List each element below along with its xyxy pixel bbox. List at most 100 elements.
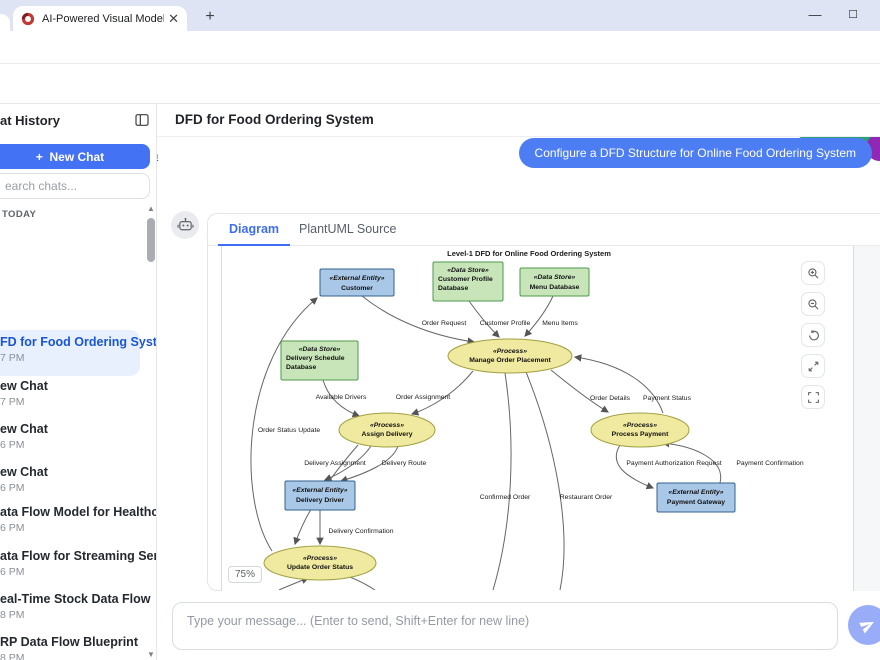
chat-item-time: 6 PM [0, 522, 25, 534]
scroll-up-icon[interactable]: ▲ [146, 204, 156, 213]
chat-item-title: RP Data Flow Blueprint [0, 635, 138, 649]
bot-avatar [171, 211, 199, 239]
svg-text:Database: Database [438, 285, 468, 292]
data-flow-edge [412, 371, 473, 414]
favicon-visual-paradigm [21, 12, 35, 26]
chat-list-item[interactable]: ew Chat6 PM [0, 417, 140, 457]
new-tab-button[interactable]: + [198, 5, 222, 29]
robot-icon [177, 217, 194, 234]
svg-text:«Data Store»: «Data Store» [299, 346, 341, 353]
svg-text:Customer: Customer [341, 285, 373, 292]
diagram-title: Level-1 DFD for Online Food Ordering Sys… [447, 249, 611, 258]
reset-icon [807, 329, 820, 342]
svg-text:Delivery Driver: Delivery Driver [296, 497, 344, 504]
edge-label: Delivery Confirmation [329, 528, 394, 535]
window-minimize-button[interactable]: — [800, 6, 830, 26]
dfd-diagram: «External Entity» Customer «Data Store» Cus… [222, 246, 812, 590]
fullscreen-button[interactable] [801, 385, 825, 409]
svg-text:Payment Gateway: Payment Gateway [667, 499, 725, 506]
browser-tab[interactable]: AI-Powered Visual Modeling Ch ✕ [13, 6, 187, 31]
data-flow-edge [251, 298, 317, 551]
zoom-out-button[interactable] [801, 292, 825, 316]
sidebar-scrollbar[interactable]: ▲ ▼ [146, 204, 156, 660]
process-node [264, 546, 376, 580]
send-plane-icon [859, 616, 877, 634]
browser-tab-strip: AI-Powered Visual Modeling Ch ✕ + — ☐ [0, 0, 880, 31]
browser-toolbar: ai-toolbox.visual-paradigm.com/app/chatb… [0, 31, 880, 64]
fullscreen-icon [807, 391, 820, 404]
chat-history-sidebar: at History + New Chat TODAY FD for Food … [0, 104, 157, 660]
scroll-down-icon[interactable]: ▼ [146, 650, 156, 659]
window-maximize-button[interactable]: ☐ [838, 6, 868, 26]
chat-item-time: 7 PM [0, 352, 25, 364]
new-chat-button[interactable]: + New Chat [0, 144, 150, 169]
expand-button[interactable] [801, 354, 825, 378]
data-flow-edge [525, 296, 553, 336]
tab-diagram[interactable]: Diagram [218, 214, 290, 246]
adjacent-tab-sliver [0, 14, 10, 31]
send-button[interactable] [848, 605, 880, 645]
chat-list-item[interactable]: FD for Food Ordering System7 PM [0, 330, 140, 376]
diagram-tabs: Diagram PlantUML Source [208, 214, 880, 246]
edge-label: Delivery Assignment [304, 460, 366, 467]
chat-item-time: 8 PM [0, 652, 25, 660]
chat-item-time: 6 PM [0, 566, 25, 578]
process-node [591, 413, 689, 447]
chat-list-item[interactable]: ew Chat6 PM [0, 460, 140, 500]
chat-item-title: ew Chat [0, 422, 48, 436]
svg-text:«External Entity»: «External Entity» [292, 487, 347, 494]
edge-label: Order Request [422, 320, 467, 327]
plus-icon: + [36, 150, 43, 164]
chat-item-time: 7 PM [0, 396, 25, 408]
chat-list-item[interactable]: ew Chat7 PM [0, 374, 140, 414]
svg-text:Menu Database: Menu Database [530, 284, 580, 291]
svg-text:Update Order Status: Update Order Status [287, 564, 353, 571]
edge-label: Menu Items [542, 320, 578, 327]
svg-text:Database: Database [286, 364, 316, 371]
zoom-level-badge: 75% [228, 566, 262, 583]
chat-list-item[interactable]: RP Data Flow Blueprint 8 PM [0, 630, 140, 660]
edge-label: Order Assignment [396, 394, 451, 401]
app-header: Chatbot Powered by Visual Paradigm More … [0, 64, 880, 104]
tab-plantuml-source[interactable]: PlantUML Source [288, 214, 408, 246]
chat-list-item[interactable]: ata Flow for Streaming Ser...6 PM [0, 544, 140, 584]
external-entity-node [657, 483, 735, 512]
svg-text:«Data Store»: «Data Store» [534, 274, 576, 281]
svg-text:«Process»: «Process» [493, 348, 527, 355]
chat-list: FD for Food Ordering System7 PMew Chat7 … [0, 218, 144, 660]
svg-text:«Process»: «Process» [623, 422, 657, 429]
edge-label: Order Status Update [258, 427, 321, 434]
external-entity-node [285, 481, 355, 510]
chat-item-time: 6 PM [0, 482, 25, 494]
edge-label: Delivery Route [382, 460, 427, 467]
svg-text:Customer Profile: Customer Profile [438, 276, 493, 283]
user-message-bubble: Configure a DFD Structure for Online Foo… [519, 138, 872, 168]
edge-label: Order Details [590, 395, 631, 402]
conversation-header: DFD for Food Ordering System [157, 104, 880, 137]
expand-icon [807, 360, 820, 373]
chat-list-item[interactable]: ata Flow Model for Healthc...6 PM [0, 500, 140, 540]
svg-text:«Data Store»: «Data Store» [447, 267, 489, 274]
search-input[interactable] [0, 173, 150, 199]
zoom-out-icon [807, 298, 820, 311]
collapse-panel-icon[interactable] [134, 112, 150, 128]
message-input[interactable] [172, 602, 838, 650]
zoom-in-button[interactable] [801, 261, 825, 285]
svg-text:Process Payment: Process Payment [612, 431, 669, 438]
data-flow-edge [362, 296, 474, 342]
edge-label: Payment Authorization Request [626, 460, 721, 467]
reset-button[interactable] [801, 323, 825, 347]
scrollbar-thumb[interactable] [147, 218, 155, 262]
svg-text:«Process»: «Process» [303, 555, 337, 562]
svg-text:«External Entity»: «External Entity» [668, 489, 723, 496]
svg-text:«External Entity»: «External Entity» [329, 275, 384, 282]
edge-label: Customer Profile [480, 320, 531, 327]
data-flow-edge [551, 370, 608, 412]
tab-close-icon[interactable]: ✕ [168, 11, 179, 27]
data-store-node [520, 268, 589, 296]
data-flow-edge [575, 357, 663, 413]
process-node [339, 413, 435, 447]
data-flow-edge [469, 301, 499, 337]
chat-list-item[interactable]: eal-Time Stock Data Flow8 PM [0, 587, 140, 627]
diagram-viewport[interactable]: «External Entity» Customer «Data Store» Cus… [221, 246, 854, 591]
